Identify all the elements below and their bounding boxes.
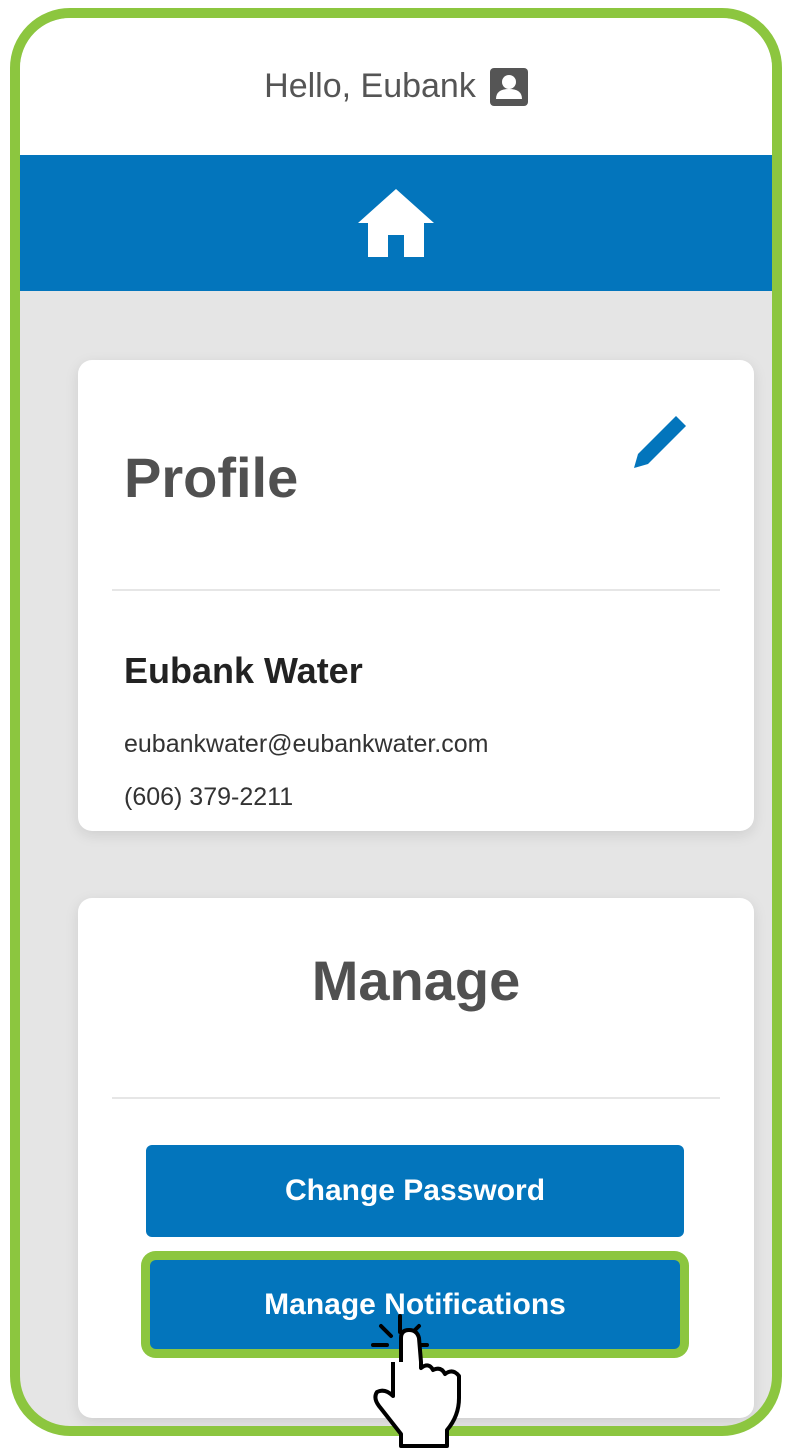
- top-bar: Hello, Eubank: [20, 18, 772, 155]
- profile-card: Profile Eubank Water eubankwater@eubankw…: [78, 360, 754, 831]
- profile-email: eubankwater@eubankwater.com: [124, 730, 489, 758]
- profile-phone: (606) 379-2211: [124, 783, 294, 811]
- change-password-button[interactable]: Change Password: [146, 1145, 684, 1237]
- home-icon[interactable]: [356, 187, 436, 259]
- hand-pointer-cursor: [371, 1314, 461, 1448]
- nav-bar: [20, 155, 772, 291]
- profile-title: Profile: [124, 446, 299, 509]
- manage-title: Manage: [311, 949, 521, 1012]
- manage-divider: [112, 1097, 720, 1099]
- phone-frame: Hello, Eubank Profile Eubank Water euban…: [10, 8, 782, 1436]
- user-account-icon[interactable]: [489, 67, 528, 106]
- greeting-text: Hello, Eubank: [264, 67, 476, 105]
- pencil-edit-icon[interactable]: [628, 412, 690, 474]
- profile-name: Eubank Water: [124, 650, 363, 691]
- profile-divider: [112, 589, 720, 591]
